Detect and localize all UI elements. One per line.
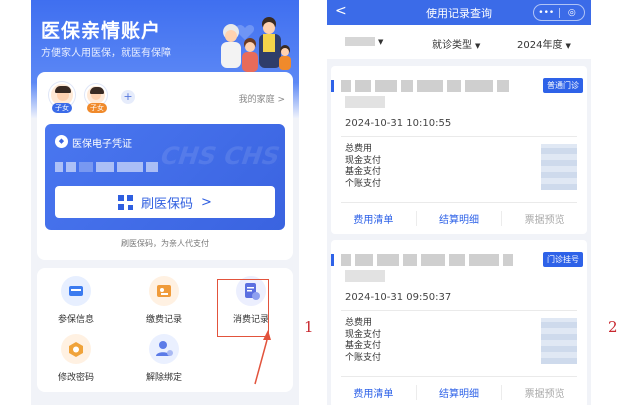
receipt-preview-link[interactable]: 票据预览	[502, 211, 587, 226]
red-arrow	[254, 330, 271, 385]
change-password-button[interactable]: 修改密码	[44, 334, 108, 388]
family-card: 子女 子女 + 我的家庭 > CHS CHS ◆ 医保电子凭证 刷医保码 > 刷…	[37, 72, 293, 260]
member-filter[interactable]: ▼	[345, 36, 383, 47]
qr-code-icon	[118, 194, 134, 210]
id-card-icon	[61, 276, 91, 306]
fee-fund-label: 基金支付	[345, 167, 382, 177]
medical-insurance-certificate: CHS CHS ◆ 医保电子凭证 刷医保码 >	[45, 124, 285, 230]
fee-account-label: 个账支付	[345, 352, 382, 363]
fee-list-link[interactable]: 费用清单	[331, 384, 417, 400]
add-member-button[interactable]: +	[121, 90, 135, 104]
record-card[interactable]: 普通门诊 2024-10-31 10:10:55 总费用 现金支付 基金支付 个…	[331, 66, 587, 234]
member-tag: 子女	[52, 103, 72, 113]
app-title: 医保亲情账户	[41, 20, 162, 42]
fee-account-label: 个账支付	[345, 178, 382, 189]
function-label: 参保信息	[57, 315, 94, 325]
masked-institution-name	[341, 254, 513, 266]
navigation-bar: < 使用记录查询 ••• ◎	[327, 0, 591, 25]
receipt-preview-link[interactable]: 票据预览	[502, 385, 587, 400]
visit-type-badge: 普通门诊	[543, 78, 583, 93]
wallet-icon	[149, 276, 179, 306]
fee-total-label: 总费用	[345, 144, 373, 154]
cert-title: 医保电子凭证	[72, 139, 132, 150]
family-account-screen: 医保亲情账户 方便家人用医保，就医有保障 子女 子女 + 我的家庭 > CHS …	[31, 0, 299, 405]
caret-down-icon: ▼	[378, 38, 384, 46]
filter-bar: ▼ 就诊类型 ▼ 2024年度 ▼	[327, 25, 591, 59]
year-label: 2024年度	[517, 40, 563, 51]
caret-down-icon: ▼	[565, 42, 571, 50]
chevron-right-icon: >	[201, 194, 212, 210]
user-unbind-icon	[149, 334, 179, 364]
scan-tip: 刷医保码，为亲人代支付	[121, 239, 209, 248]
masked-amounts	[541, 144, 577, 190]
caret-down-icon: ▼	[475, 42, 481, 50]
visit-type-filter[interactable]: 就诊类型 ▼	[432, 36, 480, 51]
scan-code-button[interactable]: 刷医保码 >	[55, 186, 275, 218]
visit-type-label: 就诊类型	[432, 40, 472, 51]
fee-labels: 总费用 现金支付 基金支付 个账支付	[345, 144, 381, 190]
visit-type-badge: 门诊挂号	[543, 252, 583, 267]
mini-program-capsule: ••• ◎	[533, 4, 585, 21]
fee-list-link[interactable]: 费用清单	[331, 210, 417, 226]
settlement-detail-link[interactable]: 结算明细	[417, 210, 503, 226]
scan-button-label: 刷医保码	[141, 196, 194, 212]
close-icon[interactable]: ◎	[560, 8, 585, 18]
more-icon[interactable]: •••	[534, 8, 559, 18]
unbind-button[interactable]: 解除绑定	[132, 334, 196, 388]
function-label: 缴费记录	[145, 315, 182, 325]
settlement-detail-link[interactable]: 结算明细	[417, 384, 503, 400]
fee-labels: 总费用 现金支付 基金支付 个账支付	[345, 318, 381, 364]
record-time: 2024-10-31 09:50:37	[345, 292, 452, 303]
family-illustration	[221, 17, 291, 72]
year-filter[interactable]: 2024年度 ▼	[517, 36, 571, 51]
record-card[interactable]: 门诊挂号 2024-10-31 09:50:37 总费用 现金支付 基金支付 个…	[331, 240, 587, 405]
usage-record-screen: < 使用记录查询 ••• ◎ ▼ 就诊类型 ▼ 2024年度 ▼ 普通门诊 2024…	[327, 0, 591, 405]
my-family-link[interactable]: 我的家庭 >	[239, 92, 285, 105]
step-number-2: 2	[608, 318, 618, 336]
fee-cash-label: 现金支付	[345, 329, 382, 340]
lock-icon	[61, 334, 91, 364]
fee-cash-label: 现金支付	[345, 155, 382, 166]
masked-amounts	[541, 318, 577, 364]
masked-institution-name	[341, 80, 509, 92]
step-number-1: 1	[304, 318, 314, 336]
fee-fund-label: 基金支付	[345, 341, 382, 351]
cert-watermark: CHS CHS	[156, 142, 284, 170]
masked-name	[55, 162, 175, 172]
insurance-info-button[interactable]: 参保信息	[44, 276, 108, 330]
chs-logo-icon: ◆	[55, 135, 68, 148]
fee-total-label: 总费用	[345, 318, 373, 328]
record-actions: 费用清单 结算明细 票据预览	[331, 376, 587, 405]
function-label: 解除绑定	[145, 373, 182, 383]
app-subtitle: 方便家人用医保，就医有保障	[41, 48, 171, 59]
member-tag: 子女	[87, 103, 107, 113]
function-label: 修改密码	[57, 373, 94, 383]
record-actions: 费用清单 结算明细 票据预览	[331, 202, 587, 234]
masked-member-name	[345, 36, 375, 46]
record-time: 2024-10-31 10:10:55	[345, 118, 452, 129]
payment-record-button[interactable]: 缴费记录	[132, 276, 196, 330]
